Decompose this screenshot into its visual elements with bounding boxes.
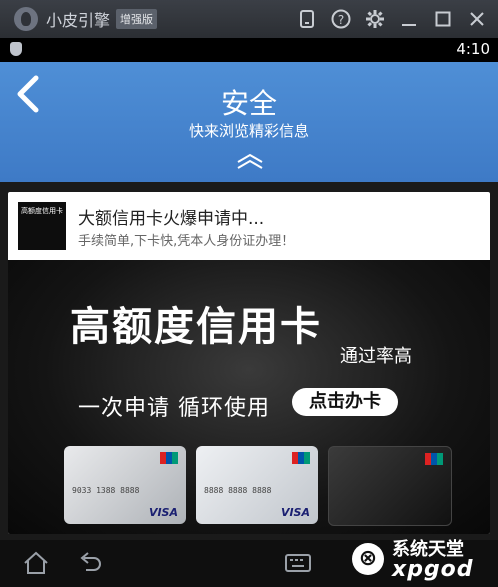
credit-card-image <box>328 446 452 526</box>
ad-banner[interactable]: 高额度信用卡 通过率高 一次申请 循环使用 点击办卡 9033 1388 888… <box>8 260 490 534</box>
credit-card-image: 9033 1388 8888 VISA <box>64 446 186 524</box>
ad-title: 大额信用卡火爆申请中... <box>78 209 265 229</box>
banner-slogan: 一次申请 循环使用 <box>78 396 270 421</box>
page-subtitle: 快来浏览精彩信息 <box>188 122 309 140</box>
svg-text:?: ? <box>338 13 344 27</box>
emulator-title-bar: 小皮引擎 增强版 ? <box>0 0 498 38</box>
unionpay-icon <box>160 452 178 464</box>
ad-card[interactable]: 高额度信用卡 大额信用卡火爆申请中... 手续简单,下卡快,凭本人身份证办理！ … <box>8 192 490 534</box>
shield-icon <box>10 42 22 56</box>
ad-thumbnail: 高额度信用卡 <box>18 202 66 250</box>
banner-headline: 高额度信用卡 <box>70 304 322 350</box>
keyboard-icon[interactable] <box>284 550 312 576</box>
status-time: 4:10 <box>456 40 490 58</box>
back-nav-icon[interactable] <box>76 550 104 576</box>
expand-up-button[interactable] <box>235 152 265 170</box>
app-header: 安全 快来浏览精彩信息 <box>0 62 498 182</box>
home-icon[interactable] <box>22 550 50 576</box>
unionpay-icon <box>425 453 443 465</box>
watermark-logo-icon: ⊗ <box>352 543 384 575</box>
maximize-icon[interactable] <box>432 8 454 30</box>
phone-icon[interactable] <box>296 8 318 30</box>
banner-rate: 通过率高 <box>340 346 412 367</box>
apply-card-button[interactable]: 点击办卡 <box>292 388 398 416</box>
emulator-logo-icon <box>14 7 38 31</box>
card-number: 8888 8888 8888 <box>204 486 272 495</box>
emulator-edition-badge: 增强版 <box>116 9 158 29</box>
ad-description: 手续简单,下卡快,凭本人身份证办理！ <box>78 234 295 249</box>
emulator-title: 小皮引擎 <box>46 11 111 30</box>
android-nav-bar: ⊗ 系统天堂 xpgod <box>0 539 498 587</box>
page-title: 安全 <box>220 87 277 120</box>
visa-logo: VISA <box>280 506 310 519</box>
minimize-icon[interactable] <box>398 8 420 30</box>
ad-thumbnail-text: 高额度信用卡 <box>21 207 63 215</box>
watermark: ⊗ 系统天堂 xpgod <box>344 535 494 585</box>
double-chevron-up-icon <box>237 153 263 169</box>
status-bar: 4:10 <box>0 38 498 62</box>
close-icon[interactable] <box>466 8 488 30</box>
settings-icon[interactable] <box>364 8 386 30</box>
credit-card-image: 8888 8888 8888 VISA <box>196 446 318 524</box>
help-icon[interactable]: ? <box>330 8 352 30</box>
unionpay-icon <box>292 452 310 464</box>
visa-logo: VISA <box>148 506 178 519</box>
card-number: 9033 1388 8888 <box>72 486 140 495</box>
watermark-bottom: xpgod <box>392 557 474 582</box>
